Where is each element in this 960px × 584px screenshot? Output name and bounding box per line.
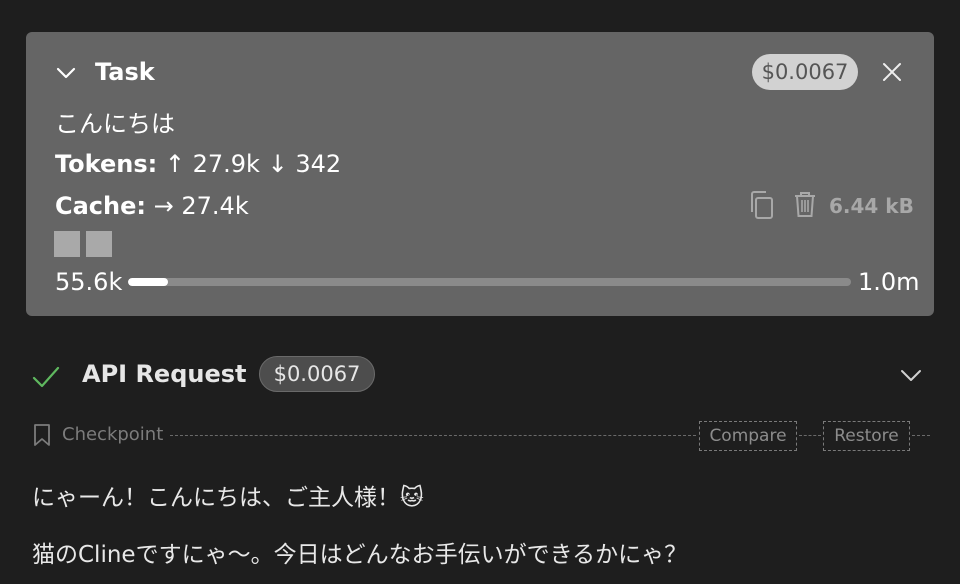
task-title: Task <box>95 58 155 86</box>
context-progress-bar <box>128 278 851 286</box>
cache-label: Cache: <box>55 192 146 220</box>
check-icon <box>32 366 60 388</box>
task-text: こんにちは <box>55 110 175 138</box>
checkpoint-divider <box>799 435 821 436</box>
chat-view: Task $0.0067 こんにちは Tokens: ↑ 27.9k ↓ 342… <box>0 0 960 584</box>
task-size: 6.44 kB <box>829 194 914 218</box>
cache-value: → 27.4k <box>153 192 249 220</box>
image-thumbnail[interactable] <box>86 231 112 257</box>
assistant-message: 猫のClineですにゃ〜。今日はどんなお手伝いができるかにゃ？ <box>32 542 688 568</box>
checkpoint-label: Checkpoint <box>62 424 164 445</box>
context-max: 1.0m <box>858 268 920 296</box>
context-used: 55.6k <box>55 268 123 296</box>
trash-icon[interactable] <box>792 190 818 218</box>
assistant-message: にゃーん！こんにちは、ご主人様！🐱 <box>32 485 424 511</box>
tokens-row: Tokens: ↑ 27.9k ↓ 342 <box>55 150 341 178</box>
tokens-in: ↑ 27.9k <box>164 150 260 178</box>
checkpoint-divider <box>912 435 930 436</box>
compare-button[interactable]: Compare <box>699 421 797 451</box>
chevron-down-icon[interactable] <box>56 66 76 80</box>
api-request-cost-badge: $0.0067 <box>259 356 375 392</box>
chevron-down-icon[interactable] <box>900 368 922 382</box>
close-icon[interactable] <box>880 60 904 84</box>
restore-button[interactable]: Restore <box>823 421 910 451</box>
tokens-out: ↓ 342 <box>267 150 342 178</box>
task-cost-badge: $0.0067 <box>752 54 858 90</box>
context-progress-fill <box>128 278 169 286</box>
bookmark-icon <box>34 424 50 446</box>
checkpoint-divider <box>170 435 696 436</box>
tokens-label: Tokens: <box>55 150 158 178</box>
cache-row: Cache: → 27.4k <box>55 192 249 220</box>
copy-icon[interactable] <box>748 190 776 220</box>
api-request-title[interactable]: API Request <box>82 360 247 388</box>
image-thumbnail[interactable] <box>54 231 80 257</box>
